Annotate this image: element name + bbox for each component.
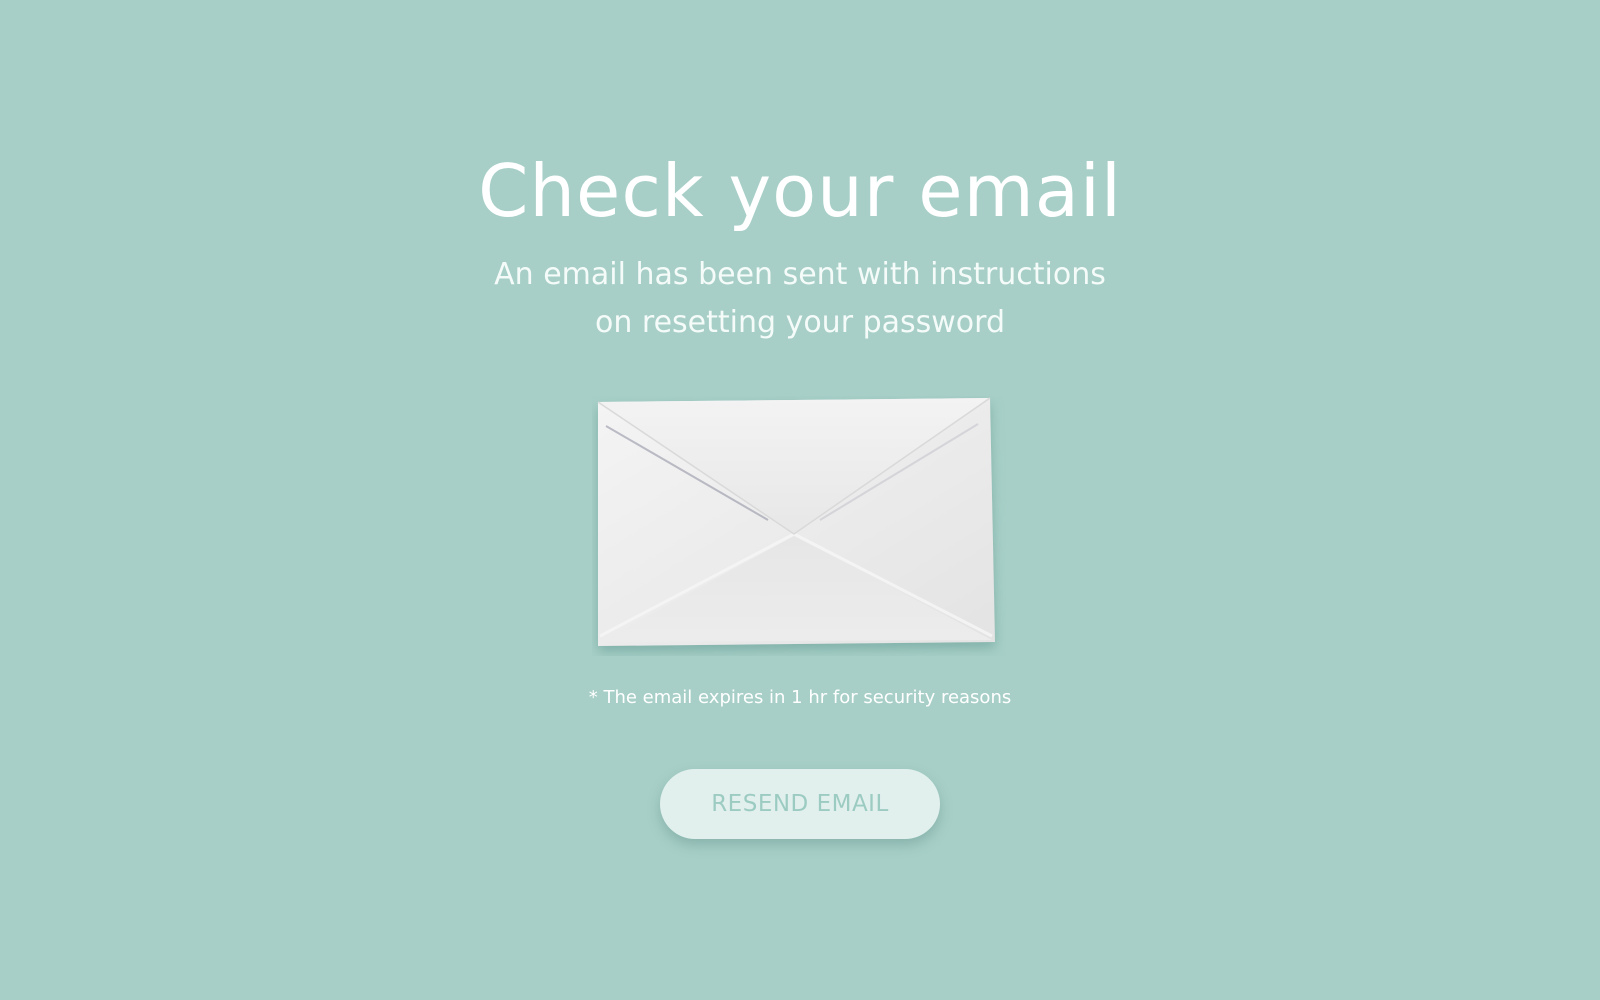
- resend-email-button[interactable]: RESEND EMAIL: [660, 769, 940, 839]
- check-email-page: Check your email An email has been sent …: [0, 0, 1600, 1000]
- instructions-message: An email has been sent with instructions…: [0, 251, 1600, 347]
- page-title: Check your email: [478, 149, 1122, 233]
- envelope-icon: [592, 396, 1006, 656]
- expiry-note: * The email expires in 1 hr for security…: [588, 687, 1012, 708]
- instructions-line-1: An email has been sent with instructions: [494, 257, 1106, 292]
- instructions-line-2: on resetting your password: [595, 305, 1005, 340]
